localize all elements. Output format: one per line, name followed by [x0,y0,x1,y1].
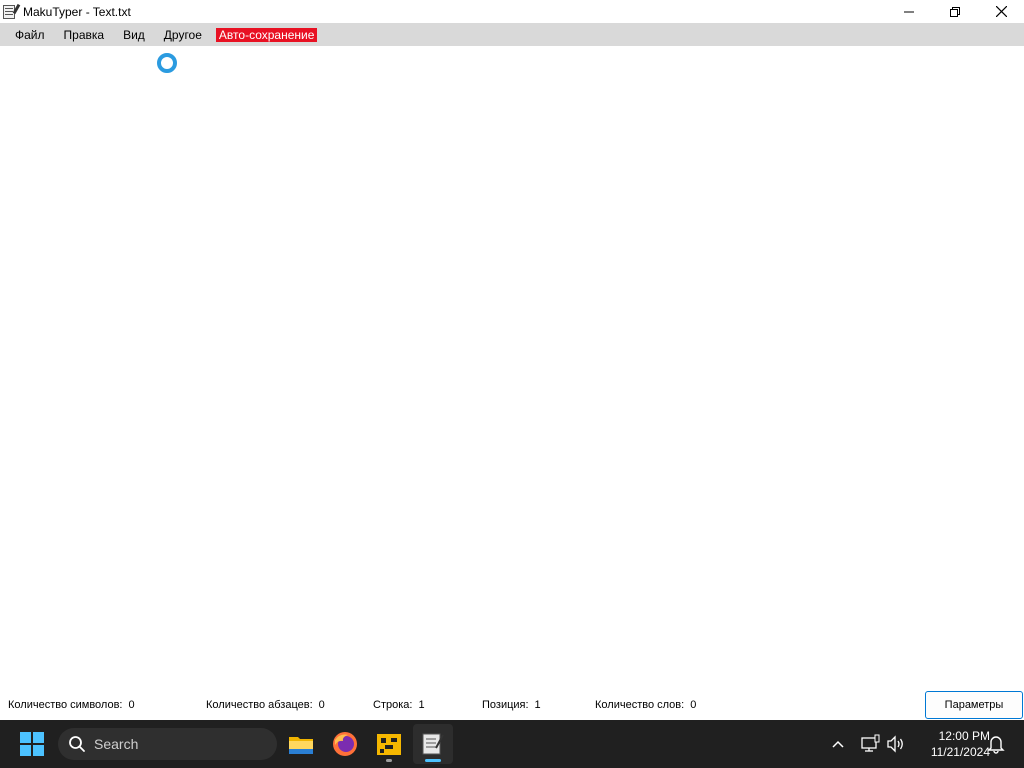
clock-date: 11/21/2024 [930,745,990,759]
search-icon [69,736,85,752]
word-count-label: Количество слов: [595,699,685,711]
status-bar: Количество символов: 0 Количество абзацев… [0,688,1024,720]
paragraph-count-label: Количество абзацев: [206,699,313,711]
window-title: MakuTyper - Text.txt [23,4,131,19]
char-count-label: Количество символов: [8,699,123,711]
close-button[interactable] [978,0,1024,23]
file-explorer-icon[interactable] [281,724,321,764]
char-count-value: 0 [128,699,135,711]
menu-edit[interactable]: Правка [57,26,112,44]
paragraph-count-value: 0 [318,699,325,711]
char-count: Количество символов: 0 [8,699,135,711]
minimize-button[interactable] [886,0,932,23]
restore-icon [950,6,960,17]
menu-other[interactable]: Другое [157,26,209,44]
taskbar: Search 12:00 PM 11/21/2024 [0,720,1024,768]
search-placeholder: Search [94,736,139,752]
line-number-label: Строка: [373,699,413,711]
network-icon[interactable] [860,734,880,754]
window-controls [886,0,1024,23]
line-number-value: 1 [418,699,425,711]
volume-icon[interactable] [885,734,905,754]
word-count-value: 0 [690,699,697,711]
menu-view[interactable]: Вид [116,26,152,44]
text-editor[interactable] [0,46,1024,688]
makutyper-window: MakuTyper - Text.txt Файл Правка Вид Дру… [0,0,1024,768]
cursor-position-label: Позиция: [482,699,529,711]
parameters-button[interactable]: Параметры [925,691,1023,719]
app-notepad-icon [2,3,21,20]
word-count: Количество слов: 0 [595,699,696,711]
menu-bar: Файл Правка Вид Другое Авто-сохранение [0,23,1024,46]
yellow-app-icon[interactable] [369,724,409,764]
chevron-up-icon[interactable] [830,736,846,752]
windows-start-icon[interactable] [20,732,44,756]
busy-cursor-icon [157,53,177,73]
taskbar-search[interactable]: Search [58,728,277,760]
cursor-position: Позиция: 1 [482,699,541,711]
menu-autosave[interactable]: Авто-сохранение [215,27,318,42]
system-clock[interactable]: 12:00 PM 11/21/2024 [910,728,990,760]
title-bar[interactable]: MakuTyper - Text.txt [0,0,1024,23]
menu-file[interactable]: Файл [8,26,52,44]
line-number: Строка: 1 [373,699,425,711]
restore-button[interactable] [932,0,978,23]
firefox-icon[interactable] [325,724,365,764]
paragraph-count: Количество абзацев: 0 [206,699,325,711]
cursor-position-value: 1 [534,699,541,711]
clock-time: 12:00 PM [938,729,990,743]
close-icon [995,6,1007,17]
notification-bell-icon[interactable] [987,734,1005,754]
minimize-icon [904,11,914,12]
makutyper-icon[interactable] [413,724,453,764]
